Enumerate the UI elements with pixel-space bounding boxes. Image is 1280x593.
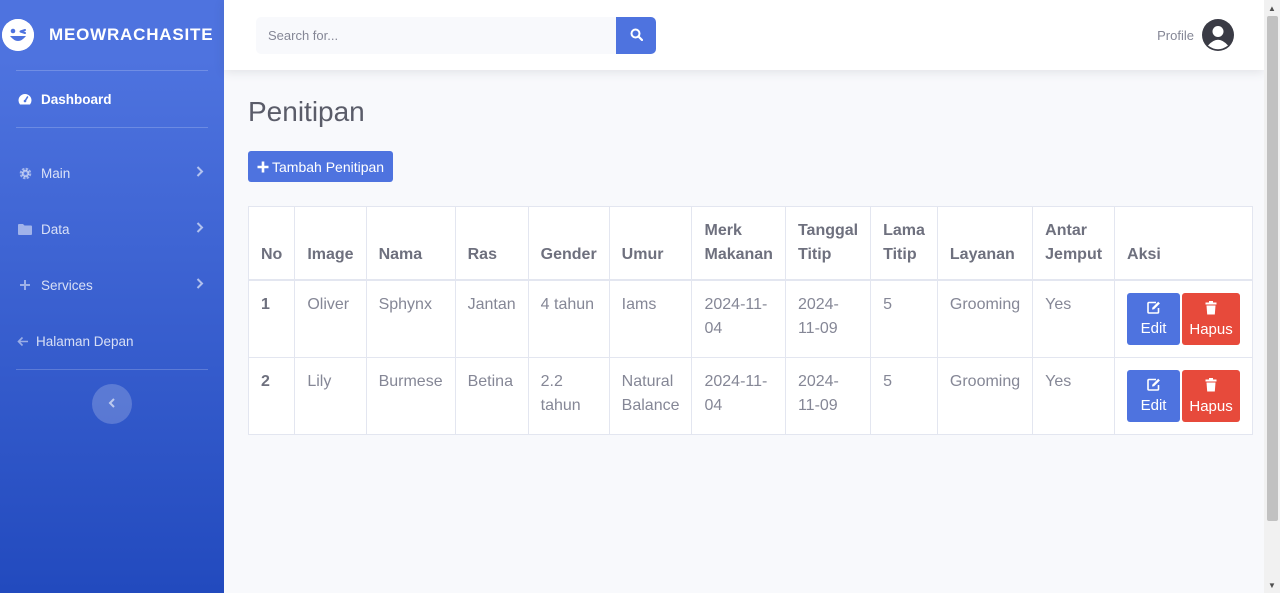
cell-nama: Sphynx xyxy=(365,279,456,358)
cell-merk-makanan: 2024-11-04 xyxy=(691,357,786,435)
edit-label: Edit xyxy=(1140,397,1167,414)
scroll-up-arrow-icon[interactable]: ▲ xyxy=(1264,0,1280,16)
cell-no: 1 xyxy=(247,279,296,358)
search-form xyxy=(256,17,656,54)
search-button[interactable] xyxy=(616,17,656,54)
table-header-row: No Image Nama Ras Gender Umur Merk Makan… xyxy=(247,206,1254,281)
cell-gender: 4 tahun xyxy=(527,279,610,358)
table-row: 2 Lily Burmese Betina 2.2 tahun Natural … xyxy=(247,357,1254,435)
column-header: Umur xyxy=(608,206,693,281)
sidebar-item-label: Dashboard xyxy=(41,91,112,107)
column-header: Image xyxy=(294,206,367,281)
edit-button[interactable]: Edit xyxy=(1127,370,1181,422)
sidebar-toggle-button[interactable] xyxy=(92,384,132,424)
edit-icon xyxy=(1146,301,1161,320)
search-input[interactable] xyxy=(256,17,616,54)
folder-icon xyxy=(16,222,34,236)
sidebar-item-dashboard[interactable]: Dashboard xyxy=(0,71,224,127)
sidebar-item-label: Data xyxy=(41,221,70,237)
cell-layanan: Grooming xyxy=(936,279,1034,358)
cell-image: Lily xyxy=(294,357,367,435)
column-header: No xyxy=(247,206,296,281)
scroll-thumb[interactable] xyxy=(1267,16,1278,521)
trash-icon xyxy=(1205,377,1217,398)
cell-gender: 2.2 tahun xyxy=(527,357,610,435)
column-header: Merk Makanan xyxy=(691,206,786,281)
edit-label: Edit xyxy=(1140,320,1167,337)
chevron-right-icon xyxy=(196,278,204,293)
arrow-left-icon xyxy=(16,334,29,348)
column-header: Nama xyxy=(365,206,456,281)
cell-antar-jemput: Yes xyxy=(1032,357,1116,435)
profile-menu[interactable]: Profile xyxy=(1157,19,1234,51)
table-row: 1 Oliver Sphynx Jantan 4 tahun Iams 2024… xyxy=(247,279,1254,358)
cell-ras: Betina xyxy=(454,357,529,435)
search-icon xyxy=(630,28,643,44)
sidebar-item-data[interactable]: Data xyxy=(0,201,224,257)
cell-image: Oliver xyxy=(294,279,367,358)
chevron-right-icon xyxy=(196,222,204,237)
column-header: Tanggal Titip xyxy=(784,206,872,281)
trash-icon xyxy=(1205,300,1217,321)
add-button-label: Tambah Penitipan xyxy=(272,158,385,175)
column-header: Layanan xyxy=(936,206,1034,281)
profile-label: Profile xyxy=(1157,27,1194,43)
edit-button[interactable]: Edit xyxy=(1127,293,1181,345)
cell-nama: Burmese xyxy=(365,357,456,435)
add-penitipan-button[interactable]: Tambah Penitipan xyxy=(248,151,394,182)
topbar: Profile xyxy=(224,0,1264,70)
page-title: Penitipan xyxy=(248,96,365,127)
cell-merk-makanan: 2024-11-04 xyxy=(691,279,786,358)
cell-layanan: Grooming xyxy=(936,357,1034,435)
cell-lama-titip: 5 xyxy=(870,279,938,358)
delete-label: Hapus xyxy=(1189,320,1233,338)
column-header: Lama Titip xyxy=(870,206,938,281)
sidebar-divider xyxy=(16,369,208,370)
chevron-left-icon xyxy=(108,395,116,413)
sidebar-item-label: Main xyxy=(41,165,71,181)
page-scrollbar[interactable]: ▲ ▼ xyxy=(1264,0,1280,593)
laugh-wink-icon xyxy=(2,19,34,51)
cell-lama-titip: 5 xyxy=(870,357,938,435)
scroll-down-arrow-icon[interactable]: ▼ xyxy=(1264,577,1280,593)
cell-ras: Jantan xyxy=(454,279,529,358)
cell-tanggal-titip: 2024-11-09 xyxy=(784,279,872,358)
cell-tanggal-titip: 2024-11-09 xyxy=(784,357,872,435)
cell-aksi: Edit Hapus xyxy=(1114,357,1254,435)
column-header: Ras xyxy=(454,206,529,281)
cell-antar-jemput: Yes xyxy=(1032,279,1116,358)
sidebar-item-label: Services xyxy=(41,277,93,293)
sidebar-item-main[interactable]: Main xyxy=(0,145,224,201)
plus-icon xyxy=(16,278,34,292)
sidebar-item-halaman-depan[interactable]: Halaman Depan xyxy=(0,313,224,369)
delete-label: Hapus xyxy=(1189,397,1233,415)
column-header: Gender xyxy=(527,206,610,281)
sidebar-item-services[interactable]: Services xyxy=(0,257,224,313)
delete-button[interactable]: Hapus xyxy=(1182,370,1241,422)
delete-button[interactable]: Hapus xyxy=(1182,293,1241,345)
main-content: Penitipan Tambah Penitipan No Image Nama… xyxy=(247,70,1254,435)
brand-name: MEOWRACHASITE xyxy=(49,25,214,44)
cell-umur: Iams xyxy=(608,279,693,358)
sidebar-item-label: Halaman Depan xyxy=(36,333,134,349)
cell-aksi: Edit Hapus xyxy=(1114,279,1254,358)
cell-no: 2 xyxy=(247,357,296,435)
column-header: Aksi xyxy=(1114,206,1254,281)
sidebar-brand[interactable]: MEOWRACHASITE xyxy=(0,0,224,70)
cell-umur: Natural Balance xyxy=(608,357,693,435)
plus-icon xyxy=(257,158,269,176)
penitipan-table: No Image Nama Ras Gender Umur Merk Makan… xyxy=(247,206,1254,435)
chevron-right-icon xyxy=(196,166,204,181)
tachometer-icon xyxy=(16,92,34,106)
edit-icon xyxy=(1146,378,1161,397)
sidebar: MEOWRACHASITE Dashboard Main Data Servic… xyxy=(0,0,224,593)
avatar xyxy=(1202,19,1234,51)
column-header: Antar Jemput xyxy=(1032,206,1116,281)
cog-icon xyxy=(16,166,34,180)
